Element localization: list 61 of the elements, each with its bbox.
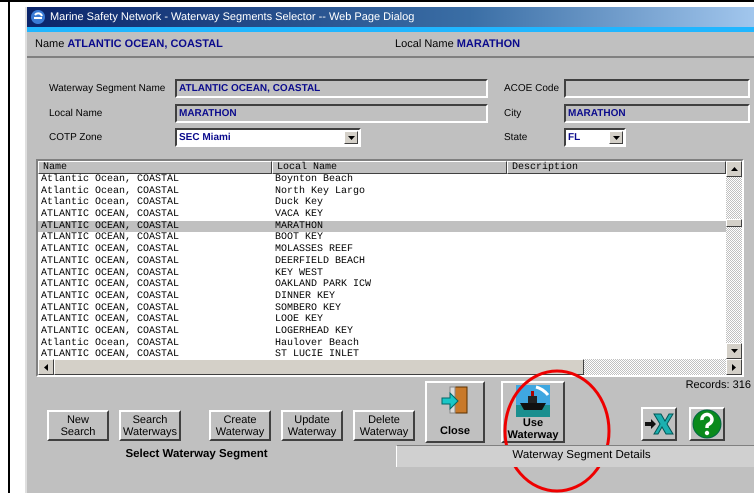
table-row[interactable]: ATLANTIC OCEAN, COASTAL ST LUCIE INLET (38, 349, 726, 359)
column-header[interactable]: Name (38, 161, 272, 174)
ship-icon (516, 385, 550, 417)
up-arrow-icon (730, 167, 738, 171)
name-label: Name (35, 38, 64, 50)
caret-icon (612, 136, 620, 140)
action-button[interactable]: Search Waterways (119, 410, 181, 441)
arrow-x-icon (644, 411, 674, 437)
close-button[interactable]: Close (425, 381, 485, 443)
table-row[interactable]: ATLANTIC OCEAN, COASTAL OAKLAND PARK ICW (38, 279, 726, 291)
field-label: ACOE Code (504, 82, 560, 94)
column-header[interactable]: Local Name (272, 161, 507, 174)
table-row[interactable]: ATLANTIC OCEAN, COASTAL VACA KEY (38, 209, 726, 221)
help-icon (692, 409, 722, 439)
action-button[interactable]: Create Waterway (209, 410, 271, 441)
table-row[interactable]: ATLANTIC OCEAN, COASTAL DEERFIELD BEACH (38, 256, 726, 268)
field-label: COTP Zone (49, 132, 104, 144)
down-arrow-icon (730, 349, 738, 353)
table-row[interactable]: ATLANTIC OCEAN, COASTAL MARATHON (38, 220, 726, 232)
local-name-label: Local Name (395, 38, 454, 50)
action-button[interactable]: Delete Waterway (353, 410, 415, 441)
use-waterway-button[interactable]: Use Waterway (501, 381, 565, 443)
right-arrow-icon (732, 364, 736, 370)
help-button[interactable] (689, 407, 725, 441)
scroll-thumb[interactable] (726, 219, 742, 227)
field-label: Local Name (49, 108, 104, 118)
action-button[interactable]: Update Waterway (281, 410, 343, 441)
records-count: Records: 316 (686, 379, 751, 391)
browser-icon (30, 9, 46, 25)
left-arrow-icon (44, 364, 48, 370)
vertical-scrollbar[interactable] (726, 161, 742, 359)
table-row[interactable]: Atlantic Ocean, COASTAL Haulover Beach (38, 338, 726, 350)
text-field[interactable]: ATLANTIC OCEAN, COASTAL (175, 78, 488, 98)
table-row[interactable]: Atlantic Ocean, COASTAL Boynton Beach (38, 174, 726, 186)
column-header[interactable]: Description (507, 161, 726, 174)
dropdown[interactable]: FL (564, 128, 626, 148)
table-row[interactable]: ATLANTIC OCEAN, COASTAL SOMBERO KEY (38, 302, 726, 314)
caret-icon (348, 136, 354, 140)
table-row[interactable]: ATLANTIC OCEAN, COASTAL DINNER KEY (38, 290, 726, 303)
tab[interactable]: Waterway Segment Details (396, 445, 754, 467)
text-field[interactable]: MARATHON (175, 104, 488, 122)
table-row[interactable]: ATLANTIC OCEAN, COASTAL LOOE KEY (38, 314, 726, 326)
text-field[interactable]: MARATHON (564, 104, 750, 122)
field-label: State (504, 132, 528, 144)
field-label: Waterway Segment Name (49, 82, 166, 94)
table-row[interactable]: ATLANTIC OCEAN, COASTAL KEY WEST (38, 268, 726, 280)
window-title: Marine Safety Network - Waterway Segments Selector -- Web Page Dialog (50, 11, 416, 23)
table-row[interactable]: Atlantic Ocean, COASTAL Duck Key (38, 197, 726, 210)
table-row[interactable]: ATLANTIC OCEAN, COASTAL MOLASSES REEF (38, 244, 726, 256)
table-row[interactable]: Atlantic Ocean, COASTAL North Key Largo (38, 186, 726, 198)
field-label: City (504, 108, 522, 118)
horizontal-scrollbar[interactable] (38, 359, 742, 375)
dropdown[interactable]: SEC Miami (175, 128, 361, 148)
name-value: ATLANTIC OCEAN, COASTAL (67, 38, 223, 50)
door-icon (440, 385, 470, 415)
export-button[interactable] (641, 407, 677, 441)
action-button[interactable]: New Search (47, 410, 109, 441)
local-name-value: MARATHON (456, 38, 520, 50)
table-row[interactable]: ATLANTIC OCEAN, COASTAL LOGERHEAD KEY (38, 326, 726, 338)
text-field[interactable] (564, 78, 750, 98)
table-row[interactable]: ATLANTIC OCEAN, COASTAL BOOT KEY (38, 232, 726, 244)
